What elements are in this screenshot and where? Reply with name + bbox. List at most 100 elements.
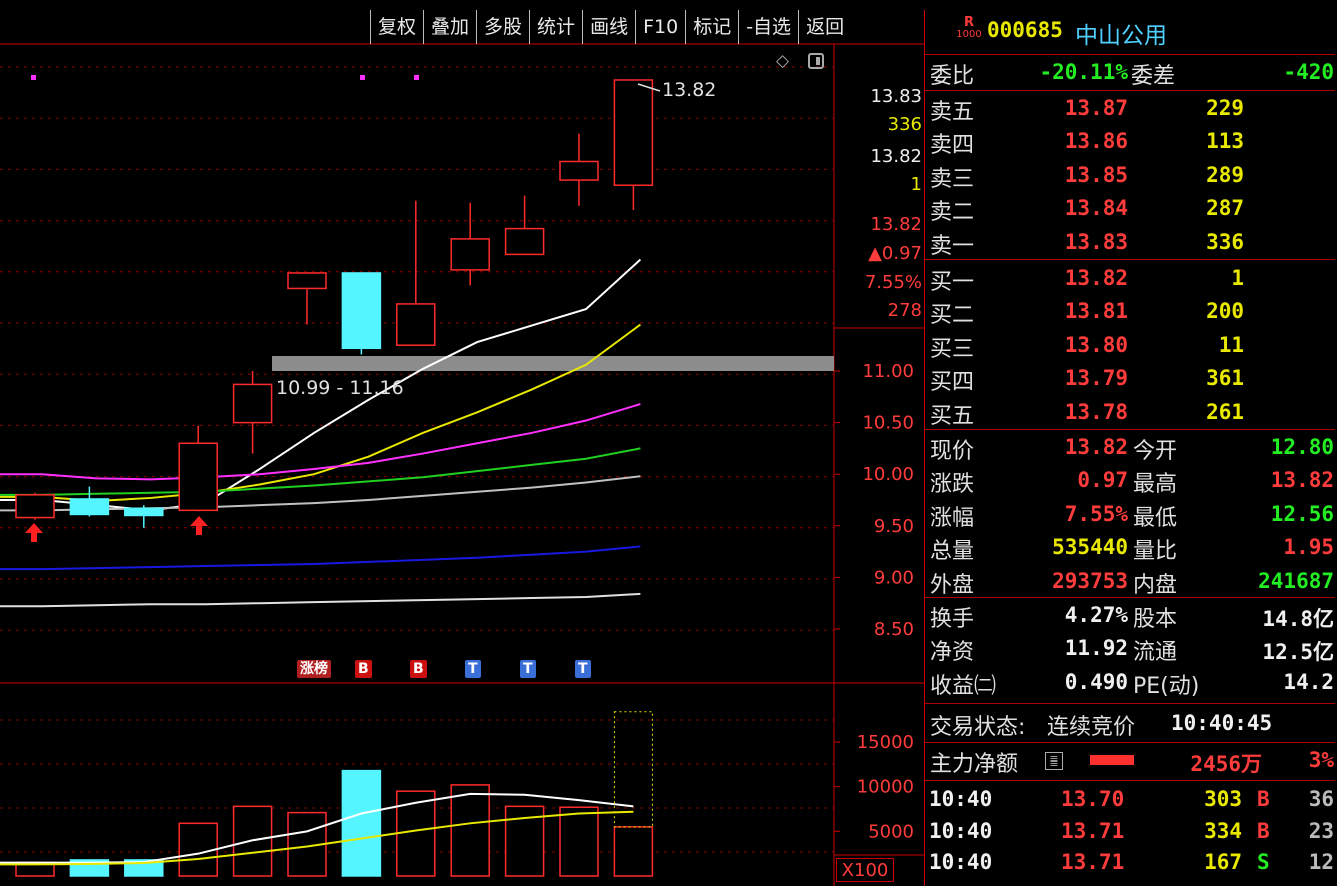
signal-badge[interactable]: T [520, 660, 536, 678]
list-icon[interactable]: ≡ ≡ [1045, 752, 1063, 770]
toolbar-button-6[interactable]: 标记 [685, 10, 738, 44]
quote-label: 内盘 [1133, 572, 1178, 598]
quote-label: 量比 [1133, 539, 1178, 565]
tick-time: 10:40 [929, 787, 993, 811]
tick-time: 10:40 [929, 850, 993, 874]
asks-level-price[interactable]: 13.87 [1065, 96, 1128, 120]
main-flow-label: 主力净额 [930, 752, 1019, 777]
price-axis-label: 10.50 [862, 413, 914, 434]
toolbar-button-3[interactable]: 统计 [529, 10, 582, 44]
toolbar-button-8[interactable]: 返回 [798, 10, 851, 44]
fundamental-label: 净资 [930, 640, 975, 666]
high-annotation: 13.82 [662, 79, 717, 101]
volume-bar [450, 784, 490, 877]
kline-chart[interactable]: 11.00 10.50 10.00 9.50 9.00 8.50 15000 10000 500… [0, 0, 924, 886]
stock-name: 中山公用 [1075, 23, 1167, 49]
volume-bar [341, 769, 382, 877]
main-flow-value: 2456万 [1190, 752, 1262, 776]
toolbar-button-5[interactable]: F10 [635, 10, 685, 44]
tick-count: 23 [1308, 818, 1334, 843]
quote-value: 13.82 [1064, 435, 1128, 459]
quote-value: 293753 [1052, 568, 1128, 593]
bids-level-volume: 11 [1218, 332, 1244, 357]
candle [613, 79, 654, 186]
candle [287, 272, 327, 290]
bids-level-price[interactable]: 13.79 [1065, 366, 1128, 390]
tick-price: 13.71 [1061, 818, 1125, 843]
candle [124, 507, 164, 517]
candle [69, 498, 110, 516]
tick-side: B [1257, 818, 1270, 843]
candle [450, 238, 490, 271]
quote-label: 最低 [1133, 505, 1178, 531]
marker-dot [414, 75, 419, 80]
toolbar-button-1[interactable]: 叠加 [423, 10, 476, 44]
tick-volume: 167 [1204, 850, 1242, 874]
price-axis-label: 9.50 [874, 516, 914, 537]
bids-level-price[interactable]: 13.78 [1065, 400, 1128, 424]
diamond-icon[interactable]: ◇ [776, 51, 789, 71]
asks-level-price[interactable]: 13.86 [1065, 129, 1128, 153]
quote-label: 涨幅 [930, 505, 975, 531]
quote-label: 总量 [930, 539, 975, 565]
trade-status-value: 连续竞价 [1047, 715, 1136, 740]
signal-badge[interactable]: B [355, 660, 372, 678]
trade-status-label: 交易状态: [930, 715, 1026, 740]
asks-level-price[interactable]: 13.84 [1065, 196, 1128, 220]
signal-badge[interactable]: B [410, 660, 427, 678]
bid-ask-diff-label: 委差 [1131, 64, 1176, 89]
quote-value: 0.97 [1077, 468, 1128, 493]
quote-label: 涨跌 [930, 472, 975, 498]
fundamental-value: 14.8亿 [1262, 607, 1334, 631]
candle [178, 442, 218, 512]
ma-line [0, 545, 641, 571]
toolbar-button-0[interactable]: 复权 [370, 10, 423, 44]
price-axis-label: 9.00 [874, 567, 914, 588]
signal-badge[interactable]: T [575, 660, 591, 678]
signal-badge[interactable]: 涨榜 [297, 660, 331, 678]
quote-value: 1.95 [1283, 535, 1334, 560]
trade-status-time: 10:40:45 [1171, 711, 1273, 735]
toolbar-button-7[interactable]: -自选 [738, 10, 798, 44]
fundamental-value: 0.490 [1064, 669, 1128, 694]
bids-level-price[interactable]: 13.80 [1065, 333, 1128, 357]
quote-value: 13.82 [1270, 468, 1334, 493]
volume-axis-label: 10000 [857, 777, 914, 798]
quote-label: 外盘 [930, 572, 975, 598]
asks-level-price[interactable]: 13.85 [1065, 163, 1128, 187]
toolbar-button-4[interactable]: 画线 [582, 10, 635, 44]
signal-badge[interactable]: T [465, 660, 481, 678]
volume-bar [396, 790, 436, 877]
toolbar-button-2[interactable]: 多股 [476, 10, 529, 44]
bar-volume: 278 [887, 300, 922, 321]
candle [341, 272, 382, 350]
tick-time: 10:40 [929, 818, 993, 843]
quote-label: 现价 [930, 439, 975, 464]
quote-value: 12.56 [1270, 501, 1334, 526]
marker-dot [31, 75, 36, 80]
asks-level-price[interactable]: 13.83 [1065, 230, 1128, 254]
volume-axis-label: 15000 [857, 732, 914, 753]
bids-level-volume: 361 [1206, 366, 1244, 391]
asks-level-volume: 289 [1206, 162, 1244, 187]
bids-level-price[interactable]: 13.81 [1065, 299, 1128, 323]
quote-value: 535440 [1052, 535, 1128, 560]
quote-value: 241687 [1258, 568, 1334, 593]
up-arrow-stem [31, 532, 37, 542]
bids-level-price[interactable]: 13.82 [1065, 266, 1128, 290]
fundamental-label: 收益㈡ [930, 673, 997, 699]
chart-toolbar: 复权 叠加 多股 统计 画线 F10 标记 -自选 返回 [370, 10, 851, 44]
tick-price: 13.70 [1061, 787, 1125, 811]
asks-level-volume: 287 [1206, 196, 1244, 221]
asks-level-volume: 113 [1206, 129, 1244, 154]
panel-toggle-icon[interactable] [808, 53, 824, 69]
fundamental-value: 11.92 [1064, 636, 1128, 661]
bid-ask-ratio-label: 委比 [930, 64, 975, 89]
bids-level-volume: 261 [1206, 399, 1244, 424]
fundamental-label: 换手 [930, 607, 975, 632]
tick-volume: 334 [1204, 818, 1242, 843]
asks-level-volume: 229 [1206, 96, 1244, 120]
fundamental-label: PE(动) [1133, 673, 1200, 699]
bid-ask-ratio-value: -20.11% [1039, 60, 1128, 84]
quote-value: 7.55% [1064, 501, 1128, 526]
